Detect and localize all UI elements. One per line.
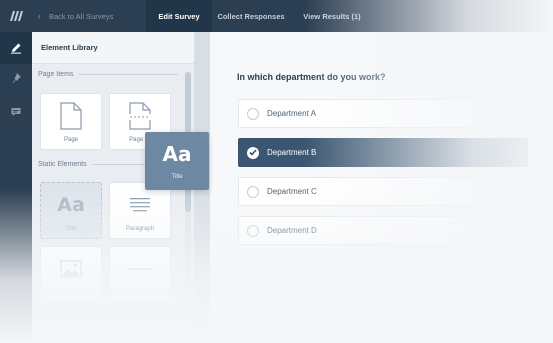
chat-icon [11, 108, 21, 116]
element-card-title-placeholder[interactable]: Aa Title [40, 182, 102, 239]
option-label: Department A [267, 109, 316, 118]
title-glyph: Aa [162, 142, 192, 166]
option-label: Department C [267, 187, 317, 196]
section-divider [79, 74, 178, 75]
answer-option-c[interactable]: Department C [238, 177, 528, 206]
radio-button[interactable] [247, 146, 259, 159]
back-to-surveys-link[interactable]: ‹ Back to All Surveys [38, 0, 113, 32]
paragraph-icon [129, 190, 151, 220]
panel-title: Element Library [32, 32, 194, 64]
drag-tile-label: Title [171, 174, 183, 180]
image-icon [60, 254, 82, 284]
page-break-icon [129, 101, 151, 131]
tool-rail [0, 32, 32, 343]
chevron-left-icon: ‹ [38, 11, 41, 21]
title-glyph: Aa [57, 194, 85, 216]
element-card-paragraph[interactable]: Paragraph [109, 182, 171, 239]
pin-icon [12, 73, 21, 83]
section-label: Static Elements [38, 161, 87, 168]
logic-tool-button[interactable] [0, 62, 32, 94]
radio-button[interactable] [247, 107, 259, 120]
tab-edit-survey[interactable]: Edit Survey [146, 0, 212, 32]
comments-tool-button[interactable] [0, 96, 32, 128]
tab-collect-responses[interactable]: Collect Responses [212, 0, 290, 32]
section-label: Page Items [38, 71, 74, 78]
question-title: In which department do you work? [237, 72, 386, 82]
section-page-items: Page Items [38, 71, 178, 78]
page-icon [60, 101, 82, 131]
edit-tool-button[interactable] [0, 32, 32, 64]
element-card-divider[interactable] [109, 246, 171, 303]
answer-option-d[interactable]: Department D [238, 216, 528, 245]
divider-icon [127, 254, 153, 284]
pencil-icon [11, 43, 21, 54]
answer-option-b[interactable]: Department B [238, 138, 528, 167]
title-icon: Aa [57, 190, 85, 220]
card-label: Title [65, 226, 77, 232]
answer-option-a[interactable]: Department A [238, 99, 528, 128]
card-label: Page [63, 137, 78, 143]
option-label: Department B [267, 148, 317, 157]
element-card-page[interactable]: Page [40, 93, 102, 150]
checkmark-icon [249, 149, 257, 156]
card-label: Paragraph [125, 226, 155, 232]
radio-button[interactable] [247, 224, 259, 237]
dragged-title-element[interactable]: Aa Title [145, 132, 209, 190]
tab-view-results[interactable]: View Results (1) [296, 0, 368, 32]
top-nav-bar: ‹ Back to All Surveys Edit Survey Collec… [0, 0, 553, 32]
tab-label: Collect Responses [217, 11, 285, 21]
element-card-image[interactable] [40, 246, 102, 303]
tab-label: View Results (1) [303, 11, 361, 21]
radio-button[interactable] [247, 185, 259, 198]
option-label: Department D [267, 226, 317, 235]
tab-label: Edit Survey [158, 11, 200, 21]
back-link-label: Back to All Surveys [49, 11, 114, 21]
logo-icon[interactable] [0, 0, 32, 32]
